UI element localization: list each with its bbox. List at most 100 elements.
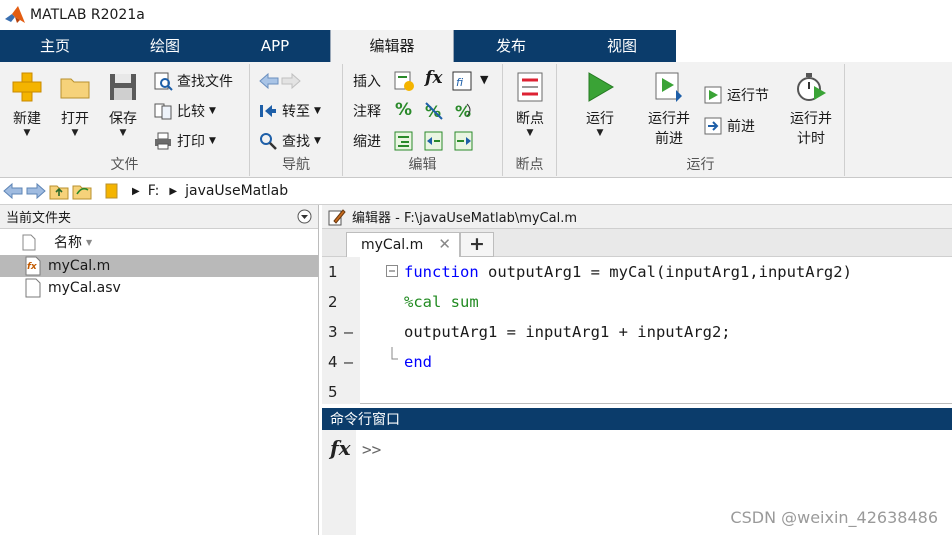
tab-plots[interactable]: 绘图: [110, 30, 220, 62]
new-button[interactable]: 新建 ▼: [4, 68, 50, 138]
breakpoint-marker[interactable]: —: [344, 317, 353, 347]
insert-section-icon[interactable]: [393, 70, 415, 92]
indent-button[interactable]: 缩进: [353, 130, 381, 152]
chevron-down-icon: ▼: [314, 136, 321, 146]
code-area[interactable]: 1 function outputArg1 = myCal(inputArg1,…: [322, 257, 952, 407]
keyword-function: function: [404, 263, 479, 281]
fold-end-line-icon: [391, 347, 398, 360]
run-and-advance-button[interactable]: 运行并 前进: [643, 68, 695, 148]
edit-group: 插入 fx fi ▼ 注释 % % % 缩进 编辑: [343, 64, 503, 176]
function-signature: outputArg1 = myCal(inputArg1,inputArg2): [478, 263, 852, 281]
print-button[interactable]: 打印 ▼: [153, 130, 216, 152]
goto-button[interactable]: 转至 ▼: [258, 100, 321, 122]
file-group: 新建 ▼ 打开 ▼ 保存 ▼ 查找文件 比较 ▼ 打印 ▼ 文件: [0, 64, 250, 176]
advance-button[interactable]: 前进: [703, 115, 755, 137]
watermark: CSDN @weixin_42638486: [730, 508, 938, 527]
tab-editor[interactable]: 编辑器: [330, 30, 454, 62]
save-disk-icon: [110, 74, 136, 100]
matlab-function-file-icon: fx: [25, 256, 41, 276]
comment-percent-icon[interactable]: %: [395, 100, 412, 120]
run-and-time-button[interactable]: 运行并 计时: [785, 68, 837, 148]
tab-publish[interactable]: 发布: [454, 30, 568, 62]
back-arrow-icon[interactable]: [3, 182, 23, 200]
goto-arrow-icon: [260, 105, 276, 117]
path-segment-folder[interactable]: javaUseMatlab: [185, 183, 288, 199]
run-button[interactable]: 运行 ▼: [577, 68, 623, 138]
advance-icon: [704, 117, 722, 135]
insert-label: 插入: [353, 74, 381, 90]
insert-button[interactable]: 插入: [353, 70, 381, 92]
smart-indent-icon[interactable]: [393, 130, 415, 152]
find-files-button[interactable]: 查找文件: [153, 70, 233, 92]
line-number: 5: [328, 383, 338, 401]
increase-indent-icon[interactable]: [453, 130, 475, 152]
find-button[interactable]: 查找 ▼: [258, 130, 321, 152]
line-number: 4: [328, 353, 338, 371]
code-line: 1 function outputArg1 = myCal(inputArg1,…: [322, 257, 952, 287]
new-tab-plus-icon[interactable]: +: [460, 232, 494, 257]
run-and-advance-icon: [655, 72, 682, 102]
breakpoints-icon: [517, 72, 543, 102]
chevron-down-icon: ▼: [596, 128, 604, 138]
back-forward-arrows-icon: [259, 72, 301, 90]
function-browser-fx-icon[interactable]: fx: [330, 436, 351, 460]
tab-view[interactable]: 视图: [568, 30, 676, 62]
current-folder-header: 当前文件夹: [0, 205, 318, 229]
back-forward-buttons[interactable]: [258, 70, 306, 92]
run-and-time-label-2: 计时: [797, 131, 825, 147]
uncomment-icon[interactable]: %: [423, 100, 445, 122]
chevron-down-icon[interactable]: ▼: [480, 73, 488, 86]
svg-text:fi: fi: [456, 76, 464, 89]
panel-menu-icon[interactable]: [297, 209, 312, 224]
save-button[interactable]: 保存 ▼: [100, 68, 146, 138]
decrease-indent-icon[interactable]: [423, 130, 445, 152]
command-window: 命令行窗口 fx >> CSDN @weixin_42638486: [322, 408, 952, 535]
file-name: myCal.m: [48, 258, 111, 274]
find-files-icon: [154, 72, 173, 91]
tab-home[interactable]: 主页: [0, 30, 110, 62]
code-line: 3 — outputArg1 = inputArg1 + inputArg2;: [322, 317, 952, 347]
file-name: myCal.asv: [48, 280, 121, 296]
svg-text:%: %: [455, 102, 471, 121]
name-column-header[interactable]: 名称 ▼: [0, 229, 318, 255]
path-segment-drive[interactable]: F:: [148, 183, 160, 199]
chevron-down-icon: ▼: [526, 128, 534, 138]
new-label: 新建: [13, 111, 41, 127]
stopwatch-icon: [797, 73, 826, 101]
fold-minus-icon[interactable]: [386, 265, 398, 277]
tab-apps[interactable]: APP: [220, 30, 330, 62]
browse-folder-icon[interactable]: [72, 182, 92, 200]
open-button[interactable]: 打开 ▼: [52, 68, 98, 138]
path-separator-icon: ▶: [169, 185, 178, 197]
code-text: outputArg1 = inputArg1 + inputArg2;: [404, 323, 731, 341]
compare-button[interactable]: 比较 ▼: [153, 100, 216, 122]
close-tab-icon[interactable]: ✕: [438, 235, 451, 253]
run-section-icon: [704, 86, 722, 104]
forward-arrow-icon[interactable]: [26, 182, 46, 200]
chevron-down-icon: ▼: [209, 136, 216, 146]
editor-tab-strip: myCal.m ✕ +: [322, 229, 952, 257]
svg-text:fx: fx: [27, 262, 38, 272]
up-folder-icon[interactable]: [49, 182, 69, 200]
breakpoint-marker[interactable]: —: [344, 347, 353, 377]
run-play-icon: [588, 72, 614, 102]
toolstrip-tabs: 主页 绘图 APP 编辑器 发布 视图: [0, 30, 952, 62]
function-browser-icon[interactable]: fi: [451, 70, 473, 92]
breakpoints-button[interactable]: 断点 ▼: [507, 68, 553, 138]
insert-function-icon[interactable]: fx: [425, 68, 442, 88]
navigate-group: 转至 ▼ 查找 ▼ 导航: [250, 64, 343, 176]
comment-label: 注释: [353, 104, 381, 120]
file-row[interactable]: fx myCal.m: [0, 255, 318, 277]
run-section-button[interactable]: 运行节: [703, 84, 769, 106]
wrap-comments-icon[interactable]: %: [453, 100, 475, 122]
file-row[interactable]: myCal.asv: [0, 277, 318, 299]
editor-tab-mycal[interactable]: myCal.m ✕: [346, 232, 460, 257]
code-line: 2 %cal sum: [322, 287, 952, 317]
print-label: 打印: [177, 134, 205, 150]
run-and-advance-label-2: 前进: [655, 131, 683, 147]
indent-label: 缩进: [353, 134, 381, 150]
current-folder-panel: 当前文件夹 名称 ▼ fx myCal.m myCal.asv: [0, 205, 319, 535]
command-window-title: 命令行窗口: [330, 412, 400, 428]
command-prompt[interactable]: >>: [362, 440, 381, 459]
comment-button[interactable]: 注释: [353, 100, 381, 122]
